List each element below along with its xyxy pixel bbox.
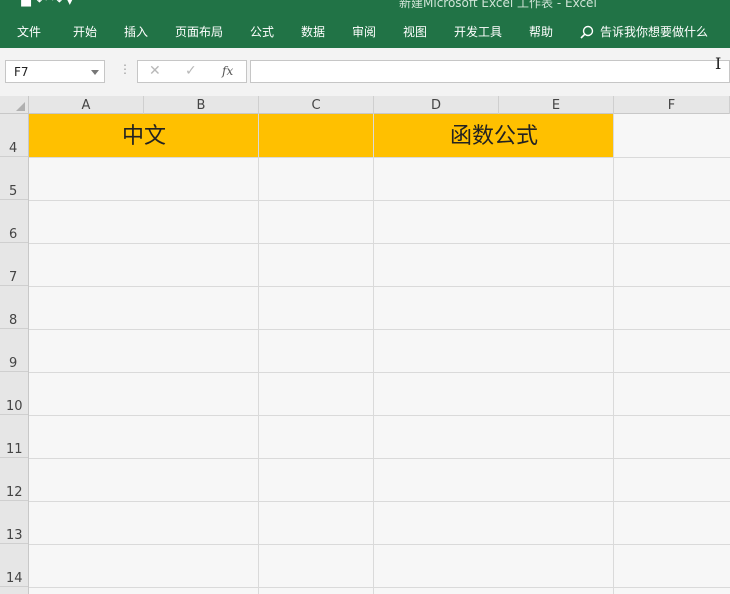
row-headers: 4 5 6 7 8 9 10 11 12 13 14	[0, 114, 29, 594]
chevron-down-icon[interactable]	[91, 70, 99, 75]
text-cursor-icon: I	[715, 54, 722, 73]
formula-bar: F7 ⋮ ✕ ✓ fx	[0, 48, 730, 96]
quick-access-toolbar[interactable]: ■ ↶ ↷ ▾	[20, 0, 73, 9]
select-all-button[interactable]	[0, 96, 29, 114]
worksheet-grid[interactable]: 中文 函数公式	[29, 114, 730, 594]
formula-input[interactable]	[250, 60, 730, 83]
name-box[interactable]: F7	[5, 60, 105, 83]
tab-formulas[interactable]: 公式	[250, 23, 274, 40]
column-header-e[interactable]: E	[499, 96, 614, 114]
tell-me-label: 告诉我你想要做什么	[600, 25, 709, 39]
tell-me-search[interactable]: 告诉我你想要做什么	[580, 23, 708, 40]
tab-developer[interactable]: 开发工具	[454, 23, 502, 40]
column-header-a[interactable]: A	[29, 96, 144, 114]
ribbon-tabs: 文件 开始 插入 页面布局 公式 数据 审阅 视图 开发工具 帮助 告诉我你想要…	[0, 12, 730, 48]
column-header-c[interactable]: C	[259, 96, 374, 114]
search-icon	[580, 25, 594, 39]
row-header-7[interactable]: 7	[0, 243, 28, 286]
window-title: 新建Microsoft Excel 工作表 - Excel	[399, 0, 597, 10]
drag-handle-icon[interactable]: ⋮	[119, 62, 131, 76]
tab-file[interactable]: 文件	[17, 23, 41, 40]
row-header-5[interactable]: 5	[0, 157, 28, 200]
tab-help[interactable]: 帮助	[529, 23, 553, 40]
cancel-icon[interactable]: ✕	[149, 63, 161, 79]
row-header-12[interactable]: 12	[0, 458, 28, 501]
name-box-value: F7	[14, 65, 29, 79]
row-header-4[interactable]: 4	[0, 114, 28, 157]
column-header-b[interactable]: B	[144, 96, 259, 114]
row-header-13[interactable]: 13	[0, 501, 28, 544]
row-header-8[interactable]: 8	[0, 286, 28, 329]
cell-d4-merged[interactable]: 函数公式	[374, 114, 614, 157]
tab-insert[interactable]: 插入	[124, 23, 148, 40]
tab-view[interactable]: 视图	[403, 23, 427, 40]
title-bar: ■ ↶ ↷ ▾ 新建Microsoft Excel 工作表 - Excel	[0, 0, 730, 12]
tab-home[interactable]: 开始	[73, 23, 97, 40]
tab-review[interactable]: 审阅	[352, 23, 376, 40]
row-header-9[interactable]: 9	[0, 329, 28, 372]
insert-function-icon[interactable]: fx	[222, 64, 233, 78]
tab-data[interactable]: 数据	[301, 23, 325, 40]
row-header-10[interactable]: 10	[0, 372, 28, 415]
column-header-f[interactable]: F	[614, 96, 730, 114]
row-header-6[interactable]: 6	[0, 200, 28, 243]
confirm-icon[interactable]: ✓	[185, 63, 197, 79]
cell-a4-merged[interactable]: 中文	[29, 114, 259, 157]
row-header-14[interactable]: 14	[0, 544, 28, 587]
column-headers: A B C D E F	[0, 96, 730, 114]
tab-page-layout[interactable]: 页面布局	[175, 23, 223, 40]
row-header-11[interactable]: 11	[0, 415, 28, 458]
column-header-d[interactable]: D	[374, 96, 499, 114]
formula-buttons: ✕ ✓ fx	[137, 60, 247, 83]
